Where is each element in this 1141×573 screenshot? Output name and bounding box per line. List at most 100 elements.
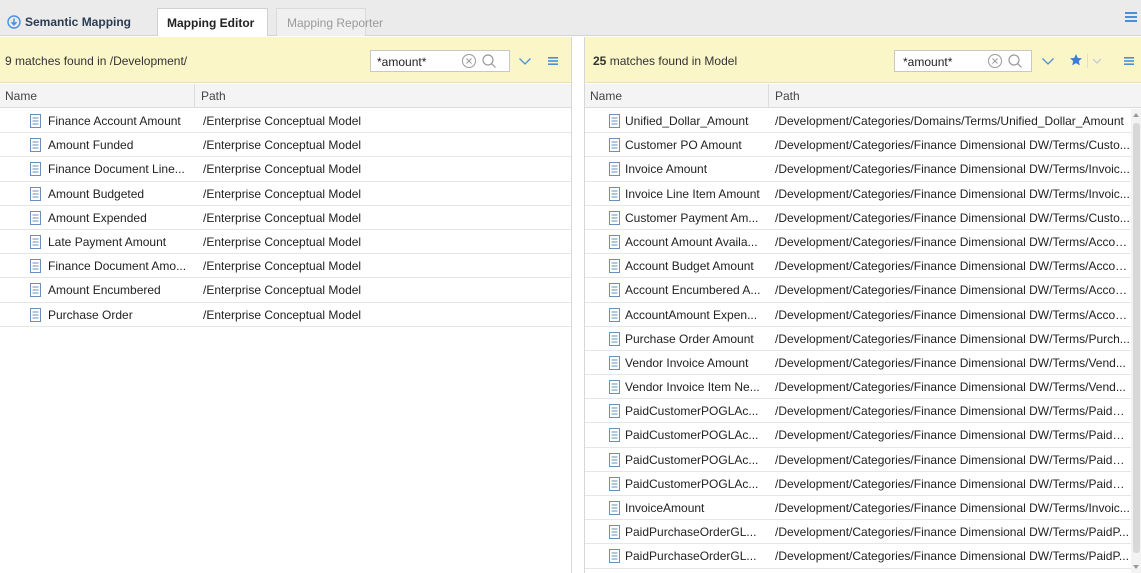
search-icon[interactable] [1007, 53, 1023, 69]
row-name: Finance Account Amount [48, 114, 181, 128]
document-icon [30, 162, 41, 177]
row-path: /Development/Categories/Finance Dimensio… [775, 331, 1130, 346]
table-row[interactable]: Amount Encumbered/Enterprise Conceptual … [0, 278, 571, 303]
row-path: /Development/Categories/Finance Dimensio… [775, 404, 1130, 419]
table-row[interactable]: Vendor Invoice Item Ne... /Development/Ca… [585, 375, 1141, 400]
row-path: /Development/Categories/Finance Dimensio… [775, 162, 1130, 177]
table-row[interactable]: PaidCustomerPOGLAc... /Development/Catego… [585, 448, 1141, 472]
row-name: Purchase Order Amount [625, 331, 754, 346]
column-header-name[interactable]: Name [585, 84, 769, 108]
row-path: /Development/Categories/Finance Dimensio… [775, 452, 1130, 467]
row-name: Unified_Dollar_Amount [625, 114, 749, 128]
document-icon [30, 210, 41, 225]
document-icon [30, 234, 41, 249]
row-path: /Enterprise Conceptual Model [203, 138, 362, 153]
row-name: PaidCustomerPOGLAc... [625, 476, 759, 491]
table-row[interactable]: Invoice Line Item Amount/Development/Cat… [585, 182, 1141, 206]
table-row[interactable]: InvoiceAmount/Development/Categories/Fin… [585, 496, 1141, 521]
table-row[interactable]: Finance Document Amo... /Enterprise Conce… [0, 254, 571, 279]
match-count-number: 9 [5, 54, 12, 68]
table-row[interactable]: Customer Payment Am... /Development/Categ… [585, 206, 1141, 230]
table-row[interactable]: Amount Budgeted/Enterprise Conceptual Mo… [0, 182, 571, 206]
scrollbar-thumb[interactable] [1133, 123, 1140, 553]
table-row[interactable]: PaidCustomerPOGLAc... /Development/Catego… [585, 472, 1141, 496]
document-icon [609, 162, 620, 177]
table-row[interactable]: Invoice Amount/Development/Categories/Fi… [585, 157, 1141, 182]
row-name: Finance Document Line... [48, 162, 185, 177]
table-row[interactable]: PaidPurchaseOrderGL... /Development/Categ… [585, 544, 1141, 569]
clear-icon[interactable] [461, 53, 477, 69]
row-path: /Development/Categories/Finance Dimensio… [775, 476, 1130, 491]
column-header-name[interactable]: Name [0, 84, 195, 108]
search-input[interactable]: *amount* [894, 50, 1032, 72]
search-input[interactable]: *amount* [370, 50, 510, 72]
table-row[interactable]: PaidPurchaseOrderGL... /Development/Categ… [585, 520, 1141, 545]
table-row[interactable]: Purchase Order/Enterprise Conceptual Mod… [0, 303, 571, 327]
document-icon [30, 307, 41, 322]
row-name: InvoiceAmount [625, 501, 705, 515]
table-row[interactable]: Late Payment Amount/Enterprise Conceptua… [0, 230, 571, 255]
table-row[interactable]: Amount Expended/Enterprise Conceptual Mo… [0, 206, 571, 230]
table-row[interactable]: Vendor Invoice Amount/Development/Catego… [585, 351, 1141, 376]
clear-icon[interactable] [987, 53, 1003, 69]
row-name: PaidCustomerPOGLAc... [625, 452, 759, 467]
table-row[interactable]: PaidCustomerPOGLAc... /Development/Catego… [585, 423, 1141, 448]
table-row[interactable]: Amount Funded/Enterprise Conceptual Mode… [0, 133, 571, 158]
hamburger-menu-icon[interactable] [1125, 12, 1137, 22]
table-row[interactable]: AccountAmount Expen... /Development/Categ… [585, 303, 1141, 327]
row-name: AccountAmount Expen... [625, 307, 758, 322]
divider [1087, 54, 1088, 68]
row-name: Amount Encumbered [48, 283, 161, 298]
table-row[interactable]: Customer PO Amount/Development/Categorie… [585, 133, 1141, 158]
search-icon[interactable] [481, 53, 497, 69]
row-path: /Enterprise Conceptual Model [203, 162, 362, 177]
vertical-scrollbar[interactable] [1131, 109, 1141, 573]
row-path: /Enterprise Conceptual Model [203, 210, 362, 225]
column-header-path[interactable]: Path [196, 84, 226, 108]
document-icon [609, 331, 620, 346]
table-row[interactable]: PaidCustomerPOGLAc... /Development/Catego… [585, 399, 1141, 424]
row-path: /Enterprise Conceptual Model [203, 259, 362, 274]
document-icon [30, 259, 41, 274]
star-icon[interactable] [1069, 53, 1083, 67]
row-name: Invoice Amount [625, 162, 708, 177]
document-icon [609, 283, 620, 298]
search-input-value: *amount* [903, 55, 953, 69]
table-row[interactable]: Purchase Order Amount/Development/Catego… [585, 327, 1141, 351]
document-icon [609, 114, 620, 128]
row-path: /Development/Categories/Finance Dimensio… [775, 307, 1130, 322]
chevron-down-icon[interactable] [1041, 54, 1055, 68]
list-menu-icon[interactable] [1122, 54, 1136, 68]
match-count: 25 matches found in Model [593, 54, 737, 68]
table-row[interactable]: Account Encumbered A... /Development/Cate… [585, 278, 1141, 303]
row-path: /Development/Categories/Finance Dimensio… [775, 283, 1130, 298]
grid-header: Name Path [0, 84, 571, 108]
scroll-up-icon[interactable] [1132, 111, 1140, 119]
table-row[interactable]: Finance Document Line... /Enterprise Conc… [0, 157, 571, 182]
table-row[interactable]: Account Budget Amount/Development/Catego… [585, 254, 1141, 279]
column-header-path[interactable]: Path [770, 84, 800, 108]
row-path: /Enterprise Conceptual Model [203, 186, 362, 201]
tab-semantic-mapping[interactable]: Semantic Mapping [0, 8, 155, 36]
row-name: PaidCustomerPOGLAc... [625, 404, 759, 419]
scroll-down-icon[interactable] [1132, 563, 1140, 571]
row-name: Amount Expended [48, 210, 147, 225]
row-name: Account Budget Amount [625, 259, 754, 274]
table-row[interactable]: Finance Account Amount/Enterprise Concep… [0, 109, 571, 134]
row-name: Vendor Invoice Amount [625, 355, 749, 370]
chevron-down-icon[interactable] [1092, 54, 1102, 68]
table-row[interactable]: Unified_Dollar_Amount/Development/Catego… [585, 109, 1141, 134]
document-icon [609, 476, 620, 491]
tab-mapping-editor[interactable]: Mapping Editor [157, 8, 268, 36]
row-path: /Development/Categories/Finance Dimensio… [775, 259, 1130, 274]
row-name: Customer Payment Am... [625, 210, 759, 225]
grid-header: Name Path [585, 84, 1141, 108]
row-path: /Development/Categories/Domains/Terms/Un… [775, 114, 1124, 128]
row-path: /Enterprise Conceptual Model [203, 234, 362, 249]
tab-mapping-reporter[interactable]: Mapping Reporter [276, 8, 383, 36]
chevron-down-icon[interactable] [518, 54, 532, 68]
list-menu-icon[interactable] [546, 54, 560, 68]
document-icon [609, 234, 620, 249]
table-row[interactable]: Account Amount Availa... /Development/Cat… [585, 230, 1141, 255]
document-icon [609, 355, 620, 370]
